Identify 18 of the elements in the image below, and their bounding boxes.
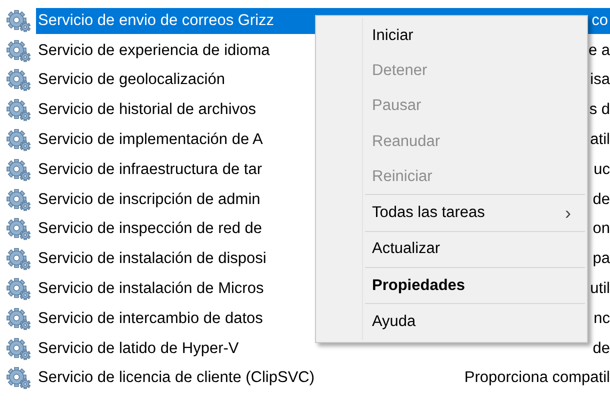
service-description: de bbox=[592, 340, 610, 357]
menu-item[interactable]: Actualizar bbox=[318, 232, 585, 268]
service-description: de bbox=[592, 190, 610, 208]
service-description: nc bbox=[594, 310, 610, 327]
service-description: isa bbox=[590, 71, 610, 88]
service-description: uc bbox=[594, 160, 610, 178]
menu-item[interactable]: Todas las tareas › bbox=[318, 195, 585, 231]
service-description: atil bbox=[590, 131, 610, 148]
service-description: pa bbox=[592, 250, 610, 268]
service-description: s d bbox=[589, 101, 610, 118]
menu-item[interactable]: Propiedades bbox=[318, 268, 585, 304]
service-description: co bbox=[592, 12, 608, 29]
menu-item[interactable]: Iniciar bbox=[318, 18, 585, 54]
service-description: e a bbox=[588, 42, 610, 59]
service-description: Proporciona compatil bbox=[464, 369, 610, 386]
service-description: util bbox=[590, 280, 610, 298]
service-description: on bbox=[592, 220, 610, 238]
service-name[interactable]: Servicio de licencia de cliente (ClipSVC) bbox=[36, 365, 423, 392]
